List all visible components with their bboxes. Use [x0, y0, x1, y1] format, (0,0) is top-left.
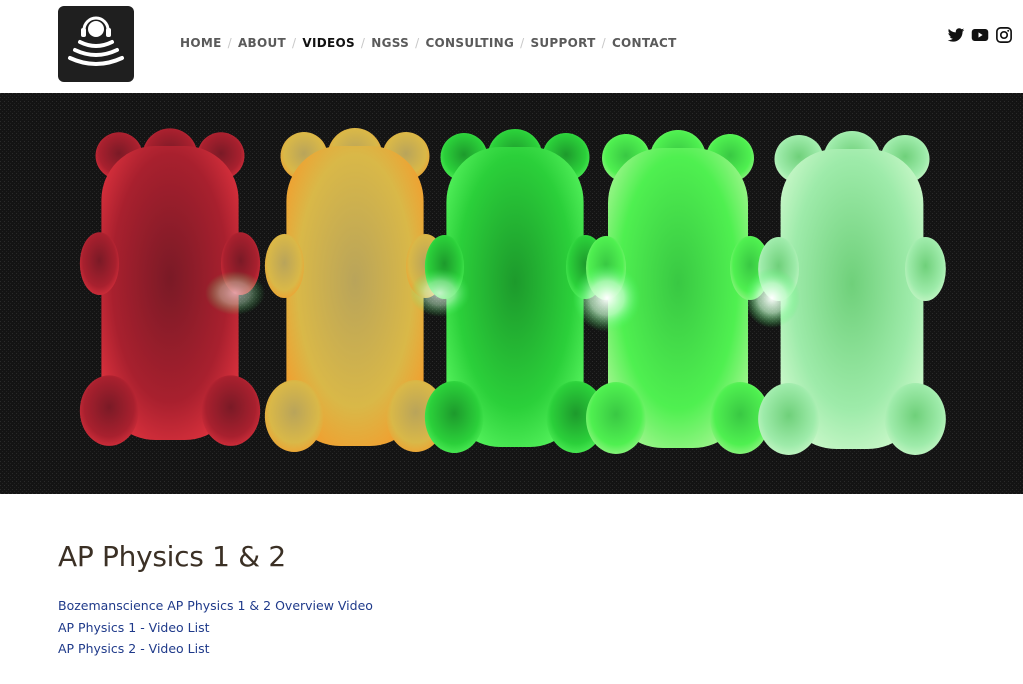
- laser-glow: [744, 268, 800, 328]
- site-logo[interactable]: [58, 6, 134, 82]
- laser-glow: [205, 271, 265, 315]
- nav-ngss[interactable]: NGSS: [371, 36, 409, 50]
- nav-home[interactable]: HOME: [180, 36, 222, 50]
- nav-separator: /: [227, 36, 232, 50]
- list-item: Bozemanscience AP Physics 1 & 2 Overview…: [58, 595, 958, 617]
- headphones-signal-logo-icon: [68, 16, 124, 66]
- main-nav: HOME / ABOUT / VIDEOS / NGSS / CONSULTIN…: [180, 36, 677, 50]
- nav-separator: /: [360, 36, 366, 50]
- video-link-list: Bozemanscience AP Physics 1 & 2 Overview…: [58, 595, 958, 660]
- site-header: HOME / ABOUT / VIDEOS / NGSS / CONSULTIN…: [0, 0, 1023, 93]
- youtube-icon[interactable]: [971, 26, 989, 44]
- hero-banner: [0, 93, 1023, 494]
- physics-1-video-list-link[interactable]: AP Physics 1 - Video List: [58, 620, 210, 635]
- twitter-icon[interactable]: [947, 26, 965, 44]
- main-content: AP Physics 1 & 2 Bozemanscience AP Physi…: [58, 540, 958, 660]
- physics-2-video-list-link[interactable]: AP Physics 2 - Video List: [58, 641, 210, 656]
- nav-videos[interactable]: VIDEOS: [302, 36, 355, 50]
- nav-separator: /: [520, 36, 525, 50]
- gummy-bears-hero-image: [0, 93, 1023, 494]
- nav-consulting[interactable]: CONSULTING: [425, 36, 514, 50]
- laser-glow: [573, 264, 641, 332]
- list-item: AP Physics 1 - Video List: [58, 617, 958, 639]
- nav-support[interactable]: SUPPORT: [530, 36, 595, 50]
- nav-about[interactable]: ABOUT: [238, 36, 286, 50]
- nav-separator: /: [601, 36, 606, 50]
- list-item: AP Physics 2 - Video List: [58, 638, 958, 660]
- nav-separator: /: [415, 36, 420, 50]
- nav-separator: /: [292, 36, 297, 50]
- overview-video-link[interactable]: Bozemanscience AP Physics 1 & 2 Overview…: [58, 598, 373, 613]
- nav-contact[interactable]: CONTACT: [612, 36, 677, 50]
- social-links: [947, 26, 1013, 44]
- instagram-icon[interactable]: [995, 26, 1013, 44]
- laser-glow: [410, 269, 470, 317]
- page-title: AP Physics 1 & 2: [58, 540, 286, 573]
